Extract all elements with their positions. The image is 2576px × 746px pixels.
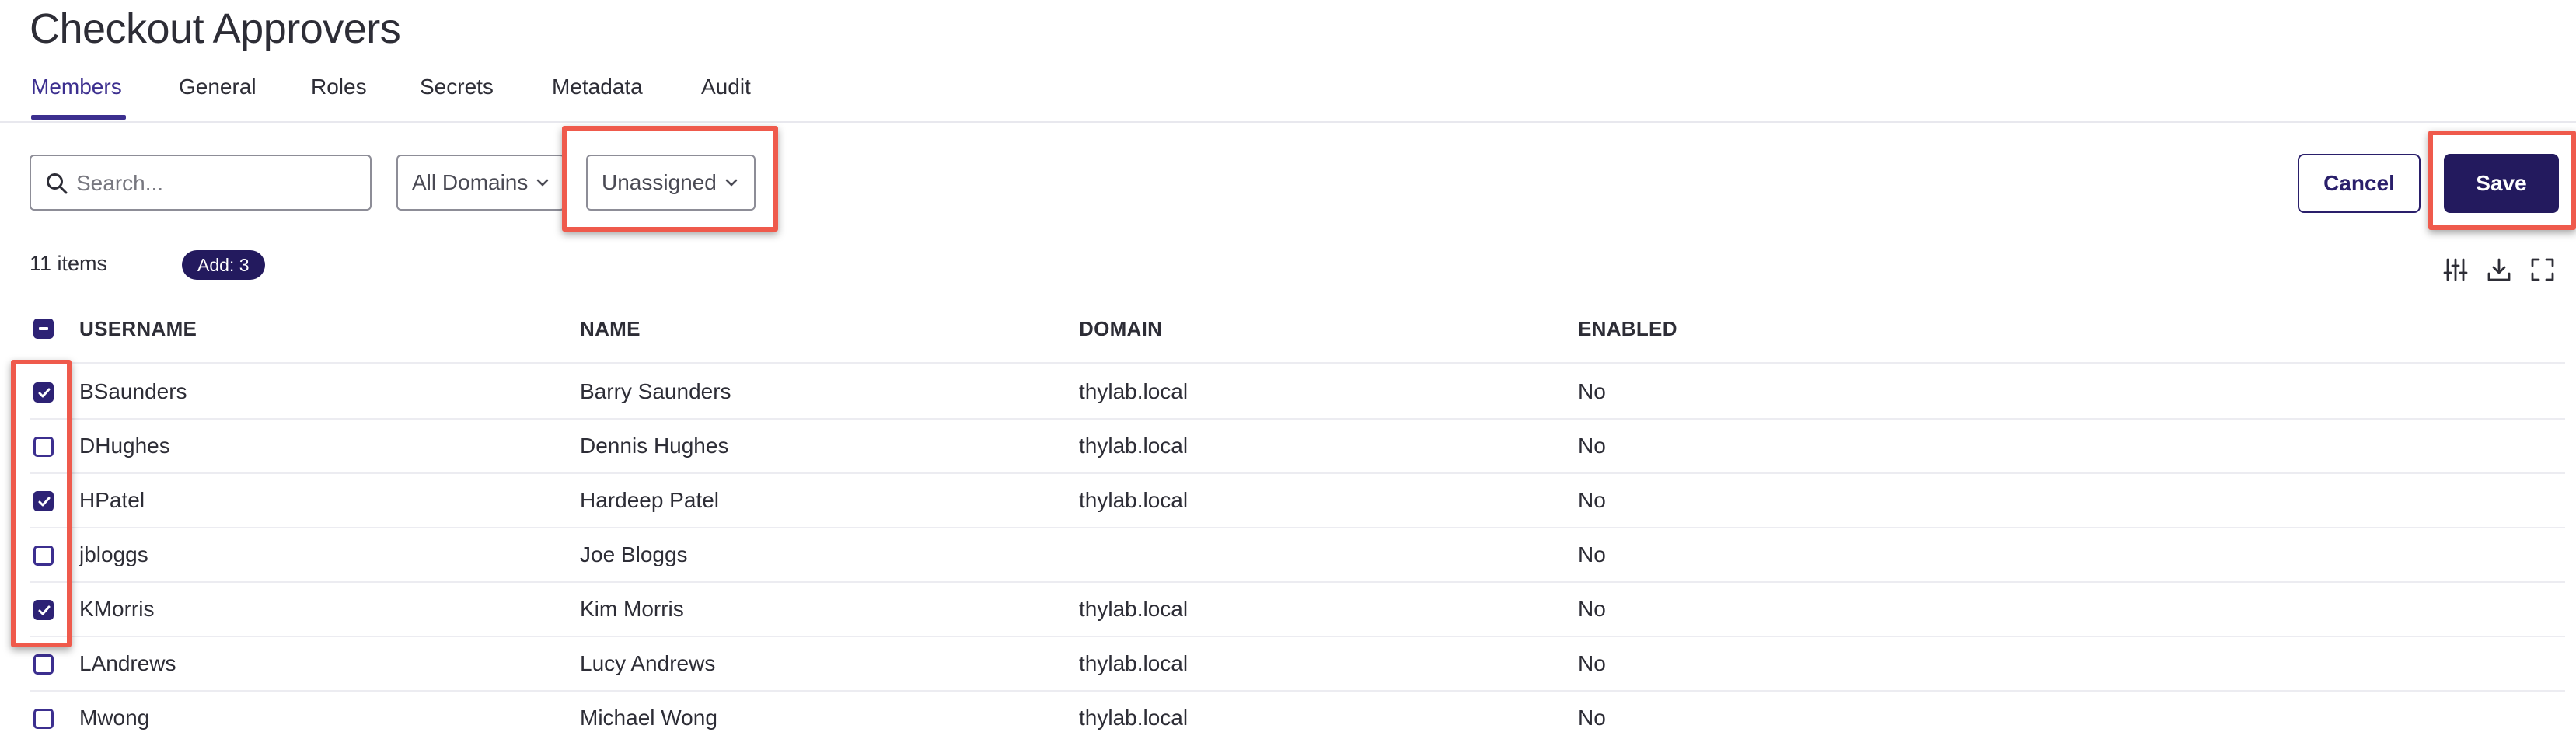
column-header-username[interactable]: USERNAME [79,317,197,341]
cell-username: LAndrews [79,651,176,675]
download-icon[interactable] [2486,256,2512,283]
cell-username: Mwong [79,706,150,730]
tab-general[interactable]: General [179,75,257,99]
cell-enabled: No [1578,651,1606,675]
select-all-checkbox[interactable] [33,319,54,339]
tab-metadata[interactable]: Metadata [552,75,643,99]
cell-domain: thylab.local [1079,651,1189,675]
chevron-down-icon [537,179,549,186]
cell-username: jbloggs [79,542,148,566]
table-row[interactable]: jbloggs Joe Bloggs No [0,528,2576,583]
cell-username: DHughes [79,434,170,458]
cell-username: BSaunders [79,379,187,403]
column-settings-icon[interactable] [2442,256,2469,283]
table-row[interactable]: KMorris Kim Morris thylab.local No [0,583,2576,637]
cell-enabled: No [1578,542,1606,566]
cell-enabled: No [1578,597,1606,621]
cancel-button[interactable]: Cancel [2298,154,2421,213]
table-row[interactable]: DHughes Dennis Hughes thylab.local No [0,420,2576,474]
cell-name: Michael Wong [580,706,717,730]
table-row[interactable]: LAndrews Lucy Andrews thylab.local No [0,637,2576,692]
tab-secrets[interactable]: Secrets [420,75,494,99]
column-header-name[interactable]: NAME [580,317,641,341]
row-checkbox[interactable] [33,654,54,675]
row-divider [30,362,2565,364]
cell-enabled: No [1578,379,1606,403]
row-checkbox[interactable] [33,709,54,729]
add-count-badge: Add: 3 [182,250,265,280]
fullscreen-icon[interactable] [2529,256,2556,283]
cell-name: Lucy Andrews [580,651,716,675]
search-box [30,155,372,211]
cell-enabled: No [1578,706,1606,730]
cell-name: Dennis Hughes [580,434,729,458]
annotation-highlight-checkboxes [11,360,72,647]
tab-members[interactable]: Members [31,75,122,99]
column-header-domain[interactable]: DOMAIN [1079,317,1162,341]
page-title: Checkout Approvers [30,5,401,52]
domain-filter-dropdown[interactable]: All Domains [396,155,566,211]
table-row[interactable]: HPatel Hardeep Patel thylab.local No [0,474,2576,528]
cell-domain: thylab.local [1079,434,1189,458]
search-icon [47,173,68,194]
item-count: 11 items [30,252,108,275]
cell-enabled: No [1578,488,1606,512]
table-row[interactable]: BSaunders Barry Saunders thylab.local No [0,365,2576,420]
cell-name: Joe Bloggs [580,542,688,566]
table-row[interactable]: Mwong Michael Wong thylab.local No [0,692,2576,746]
cell-enabled: No [1578,434,1606,458]
cell-username: KMorris [79,597,155,621]
annotation-highlight-filter [562,126,778,232]
cell-username: HPatel [79,488,145,512]
tab-roles[interactable]: Roles [311,75,367,99]
search-input[interactable] [75,166,358,201]
cell-name: Barry Saunders [580,379,731,403]
cell-name: Kim Morris [580,597,684,621]
domain-filter-label: All Domains [412,170,529,194]
cell-domain: thylab.local [1079,597,1189,621]
cell-domain: thylab.local [1079,706,1189,730]
cell-domain: thylab.local [1079,488,1189,512]
annotation-highlight-save [2428,131,2576,230]
column-header-enabled[interactable]: ENABLED [1578,317,1677,341]
cell-name: Hardeep Patel [580,488,720,512]
tabs-divider [0,121,2576,123]
active-tab-indicator [31,115,126,120]
table-header: USERNAME NAME DOMAIN ENABLED [0,311,2576,350]
cell-domain: thylab.local [1079,379,1189,403]
tab-audit[interactable]: Audit [701,75,751,99]
